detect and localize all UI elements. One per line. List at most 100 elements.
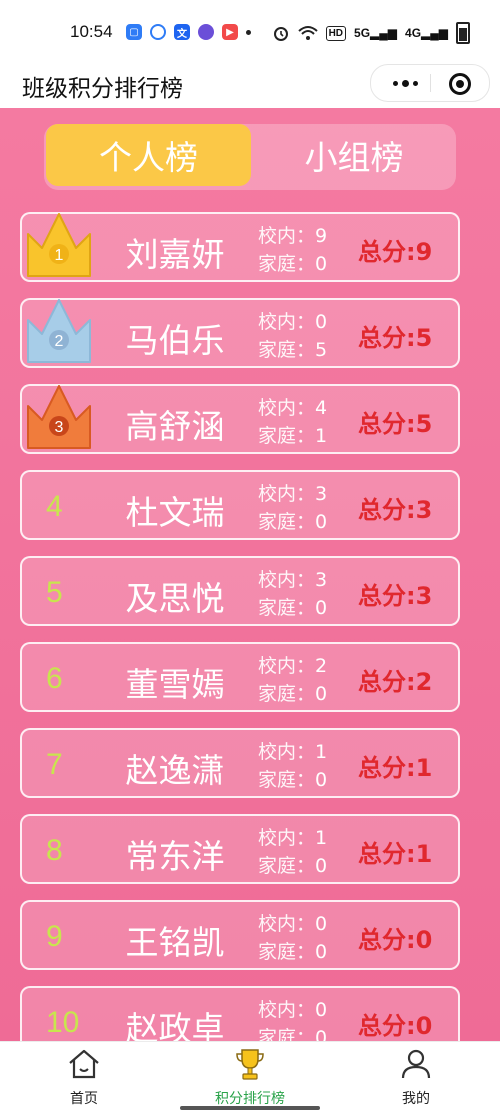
score-breakdown: 校内：9 家庭：0	[258, 222, 327, 278]
student-name: 高舒涵	[125, 407, 225, 446]
student-name: 王铭凯	[125, 923, 225, 962]
gold-crown-icon: 1	[24, 210, 94, 282]
total-score: 总分:0	[358, 1012, 433, 1040]
wifi-icon	[297, 26, 318, 40]
home-score: 0	[315, 597, 328, 619]
student-name: 马伯乐	[125, 321, 225, 360]
student-name: 刘嘉妍	[125, 235, 225, 274]
student-name: 董雪嫣	[125, 665, 225, 704]
home-label: 家庭：	[258, 683, 316, 705]
home-label: 家庭：	[258, 941, 316, 963]
ranking-row[interactable]: 8 常东洋 校内：1 家庭：0 总分:1	[20, 814, 460, 884]
home-label: 家庭：	[258, 339, 316, 361]
total-score: 总分:5	[358, 324, 433, 352]
school-score: 0	[315, 311, 328, 333]
score-breakdown: 校内：3 家庭：0	[258, 566, 327, 622]
student-name: 杜文瑞	[125, 493, 225, 532]
ranking-row[interactable]: 10 赵政卓 校内：0 家庭：0 总分:0	[20, 986, 460, 1041]
ranking-tabs: 个人榜 小组榜	[44, 124, 456, 190]
total-score: 总分:3	[358, 496, 433, 524]
mini-program-capsule	[370, 64, 490, 102]
rank-number: 7	[46, 748, 63, 781]
tabbar-mine[interactable]: 我的	[346, 1046, 486, 1108]
school-label: 校内：	[258, 999, 316, 1021]
signal-4g-label: 4G	[405, 26, 422, 40]
home-score: 0	[315, 855, 328, 877]
school-label: 校内：	[258, 655, 316, 677]
home-label: 家庭：	[258, 253, 316, 275]
rank-number: 4	[46, 490, 63, 523]
rank-number: 5	[46, 576, 63, 609]
school-label: 校内：	[258, 827, 316, 849]
school-label: 校内：	[258, 913, 316, 935]
system-icons: HD 5G▂▄▆ 4G▂▄▆	[272, 22, 470, 44]
ranking-row[interactable]: 9 王铭凯 校内：0 家庭：0 总分:0	[20, 900, 460, 970]
ranking-row[interactable]: 5 及思悦 校内：3 家庭：0 总分:3	[20, 556, 460, 626]
score-breakdown: 校内：0 家庭：0	[258, 910, 327, 966]
crown-rank-number: 2	[55, 333, 64, 350]
school-score: 0	[315, 913, 328, 935]
home-label: 家庭：	[258, 1027, 316, 1041]
rank-number: 9	[46, 920, 63, 953]
student-name: 常东洋	[125, 837, 225, 876]
student-name: 及思悦	[125, 579, 225, 618]
rank-number: 6	[46, 662, 63, 695]
home-score: 0	[315, 941, 328, 963]
student-name: 赵政卓	[125, 1009, 225, 1041]
score-breakdown: 校内：2 家庭：0	[258, 652, 327, 708]
status-bar: 10:54 ▢ 文 ▶ HD 5G▂▄▆ 4G▂▄▆	[0, 0, 500, 62]
score-breakdown: 校内：0 家庭：0	[258, 996, 327, 1041]
total-score: 总分:9	[358, 238, 433, 266]
school-score: 4	[315, 397, 328, 419]
close-mini-program-icon[interactable]	[449, 73, 471, 95]
home-score: 0	[315, 1027, 328, 1041]
ranking-row[interactable]: 3 高舒涵 校内：4 家庭：1 总分:5	[20, 384, 460, 454]
tab-personal[interactable]: 个人榜	[46, 124, 251, 186]
home-label: 家庭：	[258, 855, 316, 877]
school-score: 1	[315, 741, 328, 763]
school-label: 校内：	[258, 397, 316, 419]
tabbar-ranking[interactable]: 积分排行榜	[180, 1046, 320, 1108]
trophy-icon	[236, 1049, 264, 1080]
tabbar-ranking-label: 积分排行榜	[215, 1091, 285, 1107]
bottom-tab-bar: 首页 积分排行榜 我的	[0, 1041, 500, 1112]
rank-number: 8	[46, 834, 63, 867]
ranking-list: 1 刘嘉妍 校内：9 家庭：0 总分:9 2 马伯乐 校内：0 家庭：5 总分:5 3 高舒涵 校内：4…	[20, 212, 460, 1041]
circle-app-icon	[150, 24, 166, 40]
crown-rank-number: 1	[55, 247, 64, 264]
home-score: 0	[315, 253, 328, 275]
alarm-icon	[273, 27, 288, 41]
hd-badge: HD	[325, 25, 347, 41]
total-score: 总分:0	[358, 926, 433, 954]
silver-crown-icon: 2	[24, 296, 94, 368]
school-score: 0	[315, 999, 328, 1021]
tabbar-home[interactable]: 首页	[14, 1046, 154, 1108]
ranking-content: 个人榜 小组榜 1 刘嘉妍 校内：9 家庭：0 总分:9 2 马伯乐 校内：0 家庭：5 总分:5…	[0, 108, 500, 1041]
home-label: 家庭：	[258, 769, 316, 791]
score-breakdown: 校内：3 家庭：0	[258, 480, 327, 536]
total-score: 总分:3	[358, 582, 433, 610]
school-score: 9	[315, 225, 328, 247]
home-label: 家庭：	[258, 425, 316, 447]
home-label: 家庭：	[258, 511, 316, 533]
page-title: 班级积分排行榜	[22, 76, 183, 102]
ranking-row[interactable]: 6 董雪嫣 校内：2 家庭：0 总分:2	[20, 642, 460, 712]
translate-app-icon: 文	[174, 24, 190, 40]
score-breakdown: 校内：4 家庭：1	[258, 394, 327, 450]
bronze-crown-icon: 3	[24, 382, 94, 454]
video-app-icon: ▶	[222, 24, 238, 40]
ranking-row[interactable]: 2 马伯乐 校内：0 家庭：5 总分:5	[20, 298, 460, 368]
student-name: 赵逸潇	[125, 751, 225, 790]
home-label: 家庭：	[258, 597, 316, 619]
user-icon	[401, 1049, 431, 1079]
school-label: 校内：	[258, 569, 316, 591]
total-score: 总分:2	[358, 668, 433, 696]
more-options-icon[interactable]	[385, 73, 425, 93]
title-bar: 班级积分排行榜	[0, 62, 500, 108]
total-score: 总分:1	[358, 754, 433, 782]
tab-group[interactable]: 小组榜	[251, 124, 457, 186]
ranking-row[interactable]: 1 刘嘉妍 校内：9 家庭：0 总分:9	[20, 212, 460, 282]
ranking-row[interactable]: 4 杜文瑞 校内：3 家庭：0 总分:3	[20, 470, 460, 540]
ranking-row[interactable]: 7 赵逸潇 校内：1 家庭：0 总分:1	[20, 728, 460, 798]
school-label: 校内：	[258, 741, 316, 763]
